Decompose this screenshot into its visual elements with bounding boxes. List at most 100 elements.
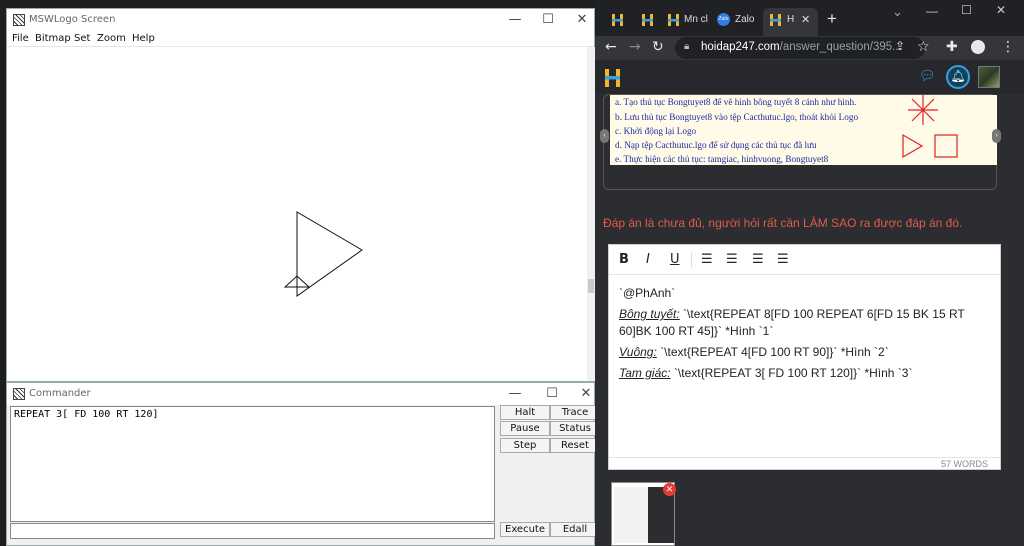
question-line-d: d. Nạp tệp Cacthutuc.lgo để sử dụng các … <box>615 140 817 150</box>
answer-editor[interactable]: B I U ☰ ☰ ☰ ☰ `@PhAnh` Bông tuyết: `\tex… <box>608 244 1001 470</box>
question-card: a. Tạo thủ tục Bongtuyet8 để vẽ hình bôn… <box>600 94 1001 190</box>
tab-search-chevron-icon[interactable]: ⌄ <box>892 4 903 20</box>
tab-active[interactable]: H ✕ <box>763 8 818 36</box>
commander-maximize-button[interactable]: ☐ <box>535 385 569 403</box>
commander-minimize-button[interactable]: — <box>498 385 532 403</box>
url-host: hoidap247.com <box>701 41 780 53</box>
carousel-right-icon[interactable]: › <box>992 129 1001 143</box>
commander-title: Commander <box>29 388 91 399</box>
snowflake-figure <box>908 95 938 125</box>
browser-close-button[interactable]: ✕ <box>996 3 1006 17</box>
attachment-thumbnail[interactable]: ✕ <box>611 482 676 546</box>
history-line: REPEAT 3[ FD 100 RT 120] <box>14 409 159 420</box>
tab-4[interactable]: Zalo Zalo <box>713 8 761 36</box>
url-text: hoidap247.com/answer_question/395... <box>701 41 902 53</box>
question-image[interactable]: a. Tạo thủ tục Bongtuyet8 để vẽ hình bôn… <box>610 95 997 165</box>
italic-button[interactable]: I <box>646 252 650 267</box>
maximize-button[interactable]: ☐ <box>531 11 565 29</box>
trace-button[interactable]: Trace <box>550 405 600 420</box>
triangle-square-figure <box>902 133 958 159</box>
browser-maximize-button[interactable]: ☐ <box>961 3 972 17</box>
tab-close-icon[interactable]: ✕ <box>801 13 810 26</box>
mswlogo-titlebar[interactable]: MSWLogo Screen — ☐ ✕ <box>7 9 594 31</box>
scrollbar-thumb[interactable] <box>588 279 594 293</box>
editor-body[interactable]: `@PhAnh` Bông tuyết: `\text{REPEAT 8[FD … <box>619 285 991 386</box>
hoidap-logo-icon[interactable] <box>604 68 622 93</box>
align-right-icon[interactable]: ☰ <box>752 252 764 267</box>
step-button[interactable]: Step <box>500 438 550 453</box>
chat-icon[interactable]: 💬︎ <box>919 68 936 84</box>
minimize-button[interactable]: — <box>498 11 532 29</box>
address-bar[interactable]: 🔒︎ hoidap247.com/answer_question/395... <box>675 37 925 59</box>
underline-button[interactable]: U <box>670 252 680 267</box>
command-history[interactable]: REPEAT 3[ FD 100 RT 120] <box>10 406 495 522</box>
new-tab-button[interactable]: + <box>827 9 837 29</box>
triangle-shape <box>296 211 363 297</box>
question-line-b: b. Lưu thủ tục Bongtuyet8 vào tệp Cacthu… <box>615 112 859 122</box>
menu-bitmap[interactable]: Bitmap <box>35 33 71 44</box>
carousel-left-icon[interactable]: ‹ <box>600 129 609 143</box>
bold-button[interactable]: B <box>619 252 629 267</box>
reset-button[interactable]: Reset <box>550 438 600 453</box>
url-path: /answer_question/395... <box>779 41 902 53</box>
status-button[interactable]: Status <box>550 421 600 436</box>
forward-arrow-icon[interactable]: → <box>629 39 641 55</box>
lock-icon: 🔒︎ <box>684 41 690 52</box>
commander-app-icon <box>13 388 25 400</box>
triangle-answer: Tam giác: `\text{REPEAT 3[ FD 100 RT 120… <box>619 365 991 382</box>
question-line-c: c. Khởi động lại Logo <box>615 126 697 136</box>
edall-button[interactable]: Edall <box>550 522 600 537</box>
align-left-icon[interactable]: ☰ <box>701 252 713 267</box>
halt-button[interactable]: Halt <box>500 405 550 420</box>
pause-button[interactable]: Pause <box>500 421 550 436</box>
triangle-label: Tam giác: <box>619 366 671 380</box>
snowflake-answer: Bông tuyết: `\text{REPEAT 8[FD 100 REPEA… <box>619 306 991 340</box>
menu-file[interactable]: File <box>12 33 29 44</box>
bookmark-star-icon[interactable]: ☆ <box>917 39 930 55</box>
turtle-drawing <box>283 211 363 297</box>
align-center-icon[interactable]: ☰ <box>726 252 738 267</box>
close-button[interactable]: ✕ <box>565 11 599 29</box>
remove-attachment-icon[interactable]: ✕ <box>663 483 676 496</box>
menu-help[interactable]: Help <box>132 33 155 44</box>
hoidap-h-icon <box>641 13 655 27</box>
page-content: 💬︎ 🔔︎ a. Tạo thủ tục Bongtuyet8 để vẽ hì… <box>595 60 1024 546</box>
notification-bell-icon[interactable]: 🔔︎ <box>946 65 970 89</box>
menu-set[interactable]: Set <box>74 33 90 44</box>
mswlogo-window: MSWLogo Screen — ☐ ✕ File Bitmap Set Zoo… <box>6 8 595 382</box>
tab-2[interactable] <box>635 8 663 36</box>
align-justify-icon[interactable]: ☰ <box>777 252 789 267</box>
back-arrow-icon[interactable]: ← <box>605 39 617 55</box>
word-count: 57 WORDS <box>940 459 988 469</box>
mswlogo-app-icon <box>13 14 25 26</box>
tab-4-label: Zalo <box>735 14 755 25</box>
kebab-menu-icon[interactable]: ⋮ <box>1001 39 1015 55</box>
reload-icon[interactable]: ↻ <box>652 39 664 55</box>
mswlogo-menubar: File Bitmap Set Zoom Help <box>7 31 594 47</box>
question-line-e: e. Thực hiện các thủ tục: tamgiac, hinhv… <box>615 154 829 164</box>
canvas-scrollbar[interactable] <box>587 47 595 381</box>
profile-avatar-icon[interactable] <box>971 40 985 54</box>
browser-toolbar: ← → ↻ 🔒︎ hoidap247.com/answer_question/3… <box>595 36 1024 60</box>
execute-button[interactable]: Execute <box>500 522 550 537</box>
square-answer: Vuông: `\text{REPEAT 4[FD 100 RT 90]}` *… <box>619 344 991 361</box>
hoidap-h-icon <box>769 13 783 27</box>
user-avatar[interactable] <box>978 66 1000 88</box>
tab-3-label: Mn cl <box>684 14 708 25</box>
tab-1[interactable] <box>605 8 633 36</box>
command-input[interactable] <box>10 523 495 539</box>
tab-strip: Mn cl Zalo Zalo H ✕ + ⌄ — ☐ ✕ <box>595 0 1024 36</box>
snowflake-label: Bông tuyết: <box>619 307 680 321</box>
mswlogo-title: MSWLogo Screen <box>29 14 116 25</box>
site-header: 💬︎ 🔔︎ <box>595 60 1024 94</box>
menu-zoom[interactable]: Zoom <box>97 33 126 44</box>
hoidap-h-icon <box>667 13 681 27</box>
question-line-a: a. Tạo thủ tục Bongtuyet8 để vẽ hình bôn… <box>615 97 857 107</box>
hoidap-h-icon <box>611 13 625 27</box>
commander-titlebar[interactable]: Commander — ☐ ✕ <box>7 383 594 405</box>
extensions-icon[interactable]: ✚ <box>946 39 958 55</box>
share-icon[interactable]: ⇪ <box>895 39 905 53</box>
browser-minimize-button[interactable]: — <box>926 4 938 18</box>
turtle-canvas[interactable] <box>7 47 587 381</box>
tab-3[interactable]: Mn cl <box>663 8 709 36</box>
